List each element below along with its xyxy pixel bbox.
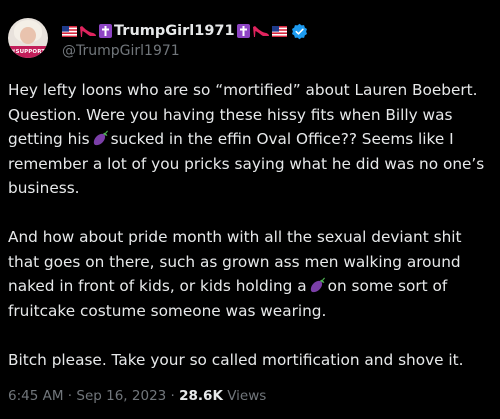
author-name-row[interactable]: TrumpGirl1971 bbox=[62, 21, 308, 41]
meta-separator: · bbox=[170, 388, 175, 404]
tweet-paragraph: Bitch please. Take your so called mortif… bbox=[8, 348, 494, 373]
tweet-meta: 6:45 AM · Sep 16, 2023 · 28.6K Views bbox=[8, 388, 266, 404]
red-heel-icon bbox=[252, 26, 269, 37]
views-count: 28.6K bbox=[179, 388, 223, 404]
tweet-time[interactable]: 6:45 AM bbox=[8, 388, 64, 404]
author-handle[interactable]: @TrumpGirl1971 bbox=[62, 43, 180, 59]
tweet: #SUPPORT TrumpGirl1971 @TrumpGirl1971 He… bbox=[0, 0, 500, 419]
verified-badge-icon[interactable] bbox=[291, 23, 308, 40]
red-heel-icon bbox=[80, 26, 96, 37]
author-display-name[interactable]: TrumpGirl1971 bbox=[114, 23, 235, 39]
avatar-badge: #SUPPORT bbox=[8, 46, 48, 58]
tweet-text-segment: Bitch please. Take your so called mortif… bbox=[8, 350, 464, 369]
views-label: Views bbox=[227, 388, 267, 404]
meta-separator: · bbox=[67, 388, 73, 404]
flag-us-icon bbox=[62, 25, 77, 37]
eggplant-icon bbox=[93, 130, 108, 146]
avatar[interactable]: #SUPPORT bbox=[8, 18, 48, 58]
tweet-date[interactable]: Sep 16, 2023 bbox=[76, 388, 166, 404]
tweet-paragraph: And how about pride month with all the s… bbox=[8, 225, 494, 323]
tweet-paragraph: Hey lefty loons who are so “mortified” a… bbox=[8, 78, 494, 201]
avatar-face bbox=[20, 27, 36, 44]
tweet-text: Hey lefty loons who are so “mortified” a… bbox=[8, 78, 494, 397]
latin-cross-icon bbox=[99, 24, 112, 38]
eggplant-icon bbox=[310, 277, 325, 293]
flag-us-icon bbox=[271, 25, 287, 37]
latin-cross-icon bbox=[236, 24, 250, 38]
